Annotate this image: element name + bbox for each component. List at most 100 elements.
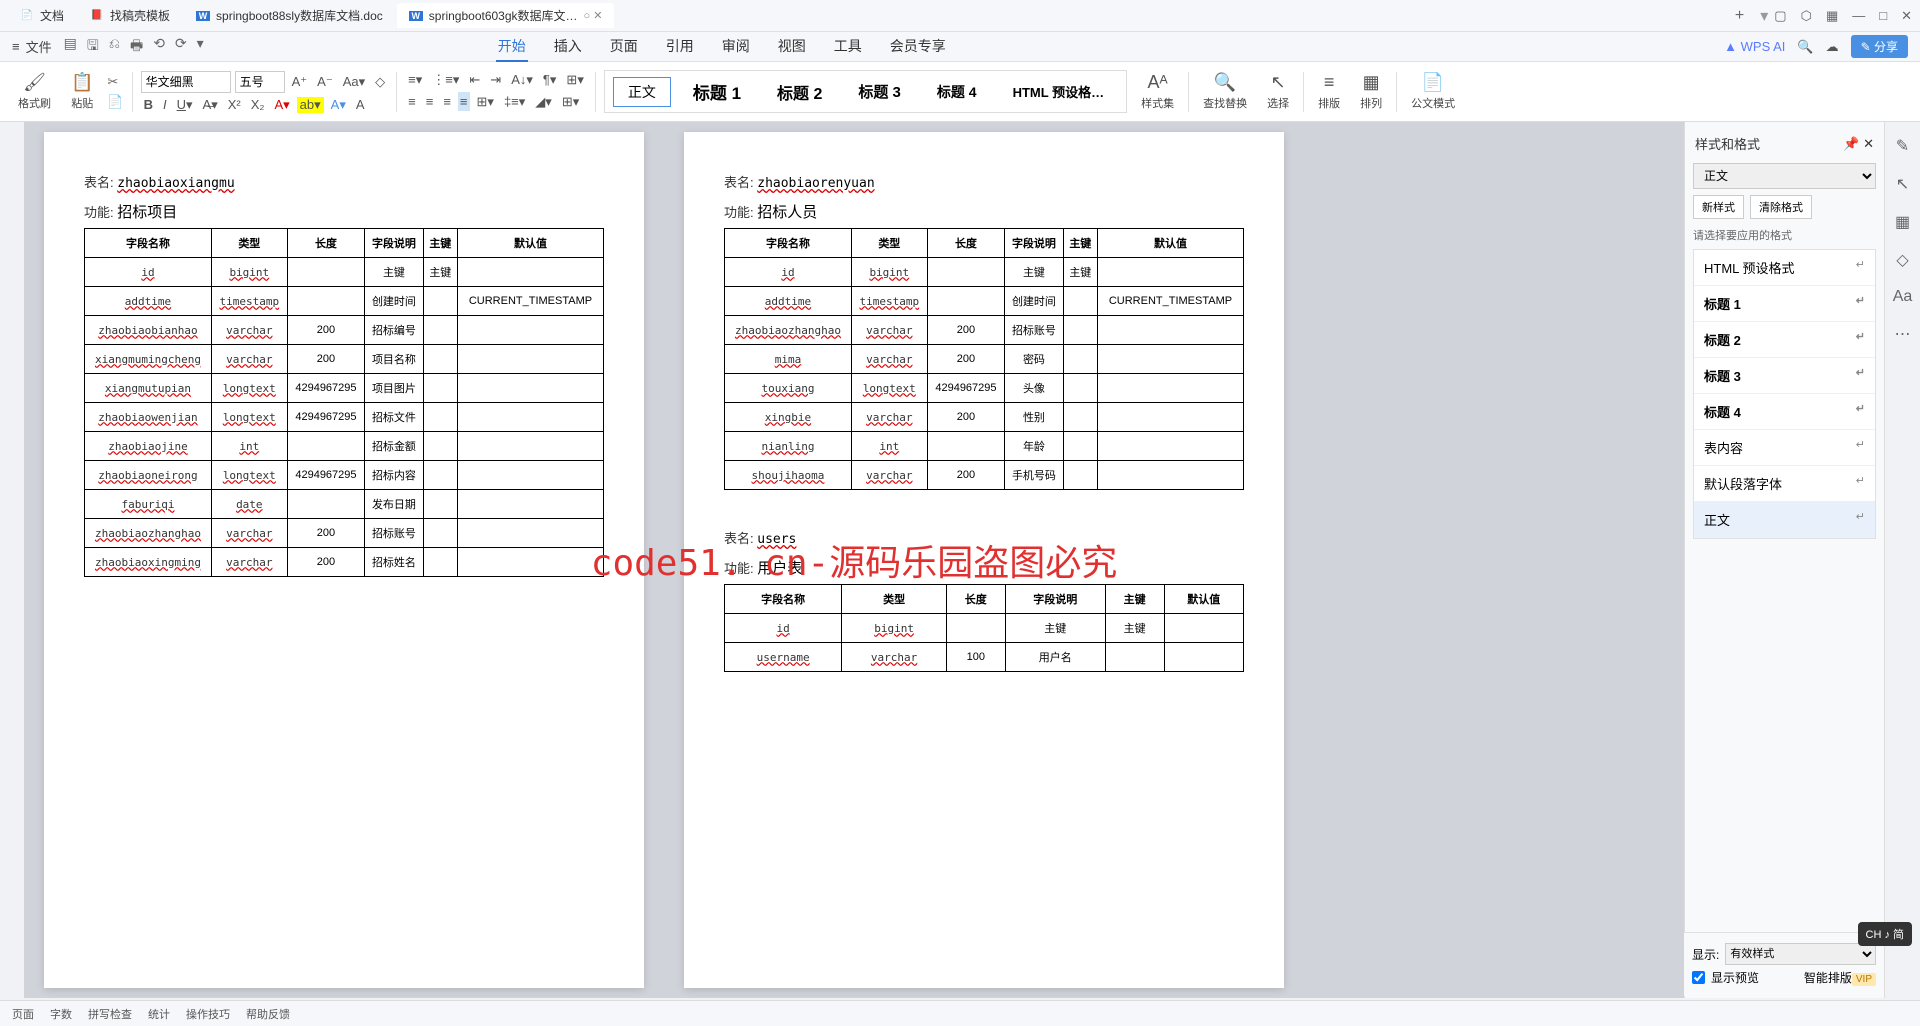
- align-right-icon[interactable]: ≡: [440, 94, 454, 109]
- highlight-icon[interactable]: ab▾: [297, 97, 324, 113]
- paste-button[interactable]: 📋粘贴: [65, 72, 99, 111]
- style-gallery-item[interactable]: 标题 2: [763, 76, 836, 108]
- menu-tab[interactable]: 会员专享: [888, 32, 948, 62]
- arrange-button[interactable]: ▦排列: [1354, 72, 1388, 111]
- current-style-select[interactable]: 正文: [1693, 163, 1876, 189]
- style-list-item[interactable]: 正文↵: [1694, 502, 1875, 538]
- search-icon[interactable]: 🔍: [1797, 39, 1813, 55]
- decrease-font-icon[interactable]: A⁻: [314, 74, 336, 90]
- window-control-icon[interactable]: ▦: [1826, 8, 1838, 24]
- style-gallery-item[interactable]: 标题 4: [923, 78, 991, 106]
- window-control-icon[interactable]: ✕: [1901, 8, 1912, 24]
- outline-button[interactable]: ≡排版: [1312, 72, 1346, 111]
- menu-tab[interactable]: 页面: [608, 32, 640, 62]
- distribute-icon[interactable]: ⊞▾: [474, 94, 497, 110]
- menu-tab[interactable]: 工具: [832, 32, 864, 62]
- subscript-icon[interactable]: X₂: [248, 97, 268, 112]
- style-list-item[interactable]: 标题 2↵: [1694, 322, 1875, 358]
- align-left-icon[interactable]: ≡: [405, 94, 419, 109]
- quick-access-icon[interactable]: ⎌: [109, 35, 120, 59]
- change-case-icon[interactable]: Aa▾: [340, 74, 368, 90]
- border-icon[interactable]: ⊞▾: [563, 72, 586, 88]
- quick-access-icon[interactable]: 🖫: [87, 35, 99, 59]
- tool-layers-icon[interactable]: ▦: [1895, 212, 1910, 232]
- style-list-item[interactable]: 标题 4↵: [1694, 394, 1875, 430]
- share-button[interactable]: ✎ 分享: [1851, 35, 1908, 58]
- font-color-icon[interactable]: A▾: [271, 97, 292, 113]
- copy-icon[interactable]: 📄: [107, 94, 123, 110]
- menu-tab[interactable]: 审阅: [720, 32, 752, 62]
- menu-tab[interactable]: 视图: [776, 32, 808, 62]
- quick-access-icon[interactable]: ▾: [197, 35, 204, 59]
- display-filter-select[interactable]: 有效样式: [1725, 943, 1876, 965]
- find-replace-button[interactable]: 🔍查找替换: [1197, 72, 1253, 111]
- underline-icon[interactable]: U▾: [174, 97, 196, 113]
- phonetic-icon[interactable]: A: [353, 97, 368, 112]
- style-list-item[interactable]: 表内容↵: [1694, 430, 1875, 466]
- window-control-icon[interactable]: —: [1852, 8, 1865, 23]
- gongwen-button[interactable]: 📄公文模式: [1405, 72, 1461, 111]
- window-tab[interactable]: Wspringboot88sly数据库文档.doc: [184, 3, 395, 28]
- shading-icon[interactable]: ◢▾: [532, 94, 555, 110]
- style-list-item[interactable]: 标题 1↵: [1694, 286, 1875, 322]
- decrease-indent-icon[interactable]: ⇤: [466, 72, 483, 88]
- increase-indent-icon[interactable]: ⇥: [487, 72, 504, 88]
- sort-icon[interactable]: A↓▾: [508, 72, 536, 88]
- window-control-icon[interactable]: □: [1879, 8, 1887, 23]
- new-tab-button[interactable]: +: [1725, 7, 1754, 25]
- tool-more-icon[interactable]: ⋯: [1895, 324, 1911, 344]
- style-gallery-item[interactable]: 正文: [613, 77, 671, 107]
- close-panel-icon[interactable]: ✕: [1863, 136, 1874, 151]
- tool-select-icon[interactable]: ↖: [1896, 174, 1909, 194]
- window-control-icon[interactable]: ▢: [1774, 8, 1786, 24]
- style-list-item[interactable]: 标题 3↵: [1694, 358, 1875, 394]
- window-tab[interactable]: Wspringboot603gk数据库文… ○ ✕: [397, 3, 615, 28]
- styleset-button[interactable]: Aᴬ样式集: [1135, 72, 1180, 111]
- text-effect-icon[interactable]: A▾: [328, 97, 349, 113]
- close-icon[interactable]: ○ ✕: [584, 9, 603, 22]
- quick-access-icon[interactable]: ⟲: [153, 35, 165, 59]
- bullets-icon[interactable]: ≡▾: [405, 72, 425, 88]
- cloud-icon[interactable]: ☁: [1826, 39, 1839, 55]
- tool-pen-icon[interactable]: ✎: [1896, 136, 1909, 156]
- font-size-select[interactable]: [235, 71, 285, 93]
- preview-checkbox[interactable]: [1692, 971, 1705, 984]
- style-gallery-item[interactable]: HTML 预设格…: [999, 78, 1118, 105]
- align-center-icon[interactable]: ≡: [423, 94, 437, 109]
- quick-access-icon[interactable]: ⟳: [175, 35, 187, 59]
- font-name-select[interactable]: [141, 71, 231, 93]
- cut-icon[interactable]: ✂: [107, 74, 123, 90]
- select-button[interactable]: ↖选择: [1261, 72, 1295, 111]
- show-marks-icon[interactable]: ¶▾: [540, 72, 560, 88]
- menu-tab[interactable]: 开始: [496, 32, 528, 62]
- quick-access-icon[interactable]: ▤: [64, 35, 77, 59]
- pin-icon[interactable]: 📌: [1843, 136, 1859, 151]
- menu-tab[interactable]: 插入: [552, 32, 584, 62]
- superscript-icon[interactable]: X²: [225, 97, 244, 112]
- quick-access-icon[interactable]: 🖶: [130, 35, 143, 59]
- bold-icon[interactable]: B: [141, 97, 156, 112]
- numbering-icon[interactable]: ⋮≡▾: [429, 72, 462, 88]
- increase-font-icon[interactable]: A⁺: [289, 74, 311, 90]
- window-control-icon[interactable]: ⬡: [1801, 8, 1812, 24]
- wps-ai-button[interactable]: ▲ WPS AI: [1724, 39, 1785, 54]
- clear-format-icon[interactable]: ◇: [372, 74, 388, 90]
- style-gallery-item[interactable]: 标题 1: [679, 75, 755, 108]
- style-list-item[interactable]: 默认段落字体↵: [1694, 466, 1875, 502]
- format-painter[interactable]: 🖌格式刷: [12, 72, 57, 111]
- style-list-item[interactable]: HTML 预设格式↵: [1694, 250, 1875, 286]
- window-tab[interactable]: 📕找稿壳模板: [78, 3, 182, 28]
- style-gallery-item[interactable]: 标题 3: [844, 77, 915, 106]
- align-justify-icon[interactable]: ≡: [458, 92, 470, 111]
- italic-icon[interactable]: I: [160, 97, 170, 112]
- window-tab[interactable]: 📄文档: [8, 3, 76, 28]
- new-style-button[interactable]: 新样式: [1693, 195, 1744, 219]
- tool-shape-icon[interactable]: ◇: [1896, 250, 1908, 270]
- document-area[interactable]: 表名: zhaobiaoxiangmu 功能: 招标项目 字段名称类型长度字段说…: [24, 122, 1684, 998]
- line-spacing-icon[interactable]: ‡≡▾: [501, 94, 528, 110]
- file-menu[interactable]: ≡ 文件: [12, 37, 52, 56]
- tool-text-icon[interactable]: Aa: [1893, 288, 1913, 306]
- strikethrough-icon[interactable]: A̶▾: [200, 97, 221, 113]
- borders-icon[interactable]: ⊞▾: [559, 94, 582, 110]
- clear-format-button[interactable]: 清除格式: [1750, 195, 1812, 219]
